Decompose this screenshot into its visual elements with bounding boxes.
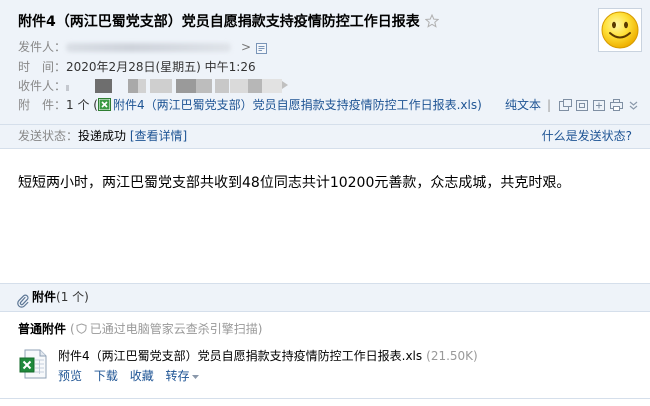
redacted-sender-name [66, 43, 231, 52]
sender-avatar[interactable] [598, 8, 642, 52]
save-to-link[interactable]: 转存 [166, 369, 199, 383]
download-link[interactable]: 下载 [94, 369, 118, 383]
attachment-file-item: 附件4（两江巴蜀党支部）党员自愿捐款支持疫情防控工作日报表.xls (21.50K… [58, 347, 638, 365]
subject-text: 附件4（两江巴蜀党支部）党员自愿捐款支持疫情防控工作日报表 [18, 14, 420, 30]
what-is-send-status-link[interactable]: 什么是发送状态? [542, 125, 632, 148]
scan-note: 已通过电脑管家云查杀引擎扫描 [89, 322, 258, 336]
print-icon[interactable] [610, 98, 623, 112]
scan-open-paren: ( [70, 322, 75, 336]
mail-body-text: 短短两小时，两江巴蜀党支部共收到48位同志共计10200元善款，众志成城，共克时… [18, 175, 571, 191]
save-to-label: 转存 [165, 369, 190, 383]
attachment-label: 附 件： [18, 98, 67, 112]
attachment-group-label: 普通附件 [18, 322, 67, 336]
attachments-header: 附件(1 个) [0, 283, 650, 312]
time-label: 时 间： [18, 60, 67, 74]
plain-text-button[interactable]: 纯文本 [505, 96, 541, 114]
shield-icon [76, 321, 87, 339]
mail-header: 附件4（两江巴蜀党支部）党员自愿捐款支持疫情防控工作日报表 发件人： > 时 间… [0, 0, 650, 149]
attachment-file-size: (21.50K) [426, 349, 478, 363]
time-value: 2020年2月28日(星期五) 中午1:26 [66, 60, 256, 74]
sender-label: 发件人： [18, 40, 67, 54]
paperclip-icon [17, 291, 29, 318]
smiley-face-icon [601, 11, 639, 49]
attachment-file-name[interactable]: 附件4（两江巴蜀党支部）党员自愿捐款支持疫情防控工作日报表.xls [58, 349, 422, 363]
attachment-row: 附 件：1 个 ( 附件4（两江巴蜀党支部）党员自愿捐款支持疫情防控工作日报表.x… [18, 96, 500, 114]
scan-close-paren: ) [257, 322, 263, 336]
sender-arrow[interactable]: > [241, 38, 251, 56]
send-status-bar: 发送状态：投递成功 [查看详情] 什么是发送状态? [0, 124, 650, 148]
attachment-group-row: 普通附件( 已通过电脑管家云查杀引擎扫描) [18, 320, 262, 338]
attachments-title: 附件 [32, 290, 57, 304]
save-icon[interactable] [593, 99, 606, 112]
mail-read-view: 附件4（两江巴蜀党支部）党员自愿捐款支持疫情防控工作日报表 发件人： > 时 间… [0, 0, 650, 406]
sender-row: 发件人： > [18, 38, 278, 56]
expand-more-icon[interactable] [627, 99, 640, 112]
recipient-label: 收件人： [18, 79, 67, 93]
time-row: 时 间：2020年2月28日(星期五) 中午1:26 [18, 58, 438, 76]
attachment-close-paren: ) [477, 98, 482, 112]
preview-link[interactable]: 预览 [58, 369, 82, 383]
favorite-link[interactable]: 收藏 [130, 369, 154, 383]
attachment-count: 1 个 ( [66, 98, 98, 112]
send-status-label: 发送状态： [18, 129, 79, 143]
attachment-actions: 预览 下载 收藏 转存 [58, 366, 207, 384]
new-window-icon[interactable] [559, 98, 572, 112]
window-icon[interactable] [576, 99, 589, 112]
recipient-row: 收件人： [18, 77, 308, 95]
bottom-divider [0, 398, 650, 399]
tools-separator: | [546, 98, 551, 112]
send-status-value: 投递成功 [78, 129, 127, 143]
mail-tools: 纯文本 | [505, 96, 640, 114]
attachments-count: (1 个) [56, 290, 89, 304]
mail-subject: 附件4（两江巴蜀党支部）党员自愿捐款支持疫情防控工作日报表 [18, 12, 583, 32]
excel-file-icon [97, 98, 111, 114]
star-outline-icon[interactable] [424, 13, 440, 32]
view-details-link[interactable]: [查看详情] [130, 129, 187, 143]
contact-card-icon[interactable] [256, 41, 267, 56]
excel-file-icon[interactable] [19, 349, 47, 379]
attachment-file-link[interactable]: 附件4（两江巴蜀党支部）党员自愿捐款支持疫情防控工作日报表.xls [113, 98, 477, 112]
dropdown-caret-icon [191, 366, 199, 384]
